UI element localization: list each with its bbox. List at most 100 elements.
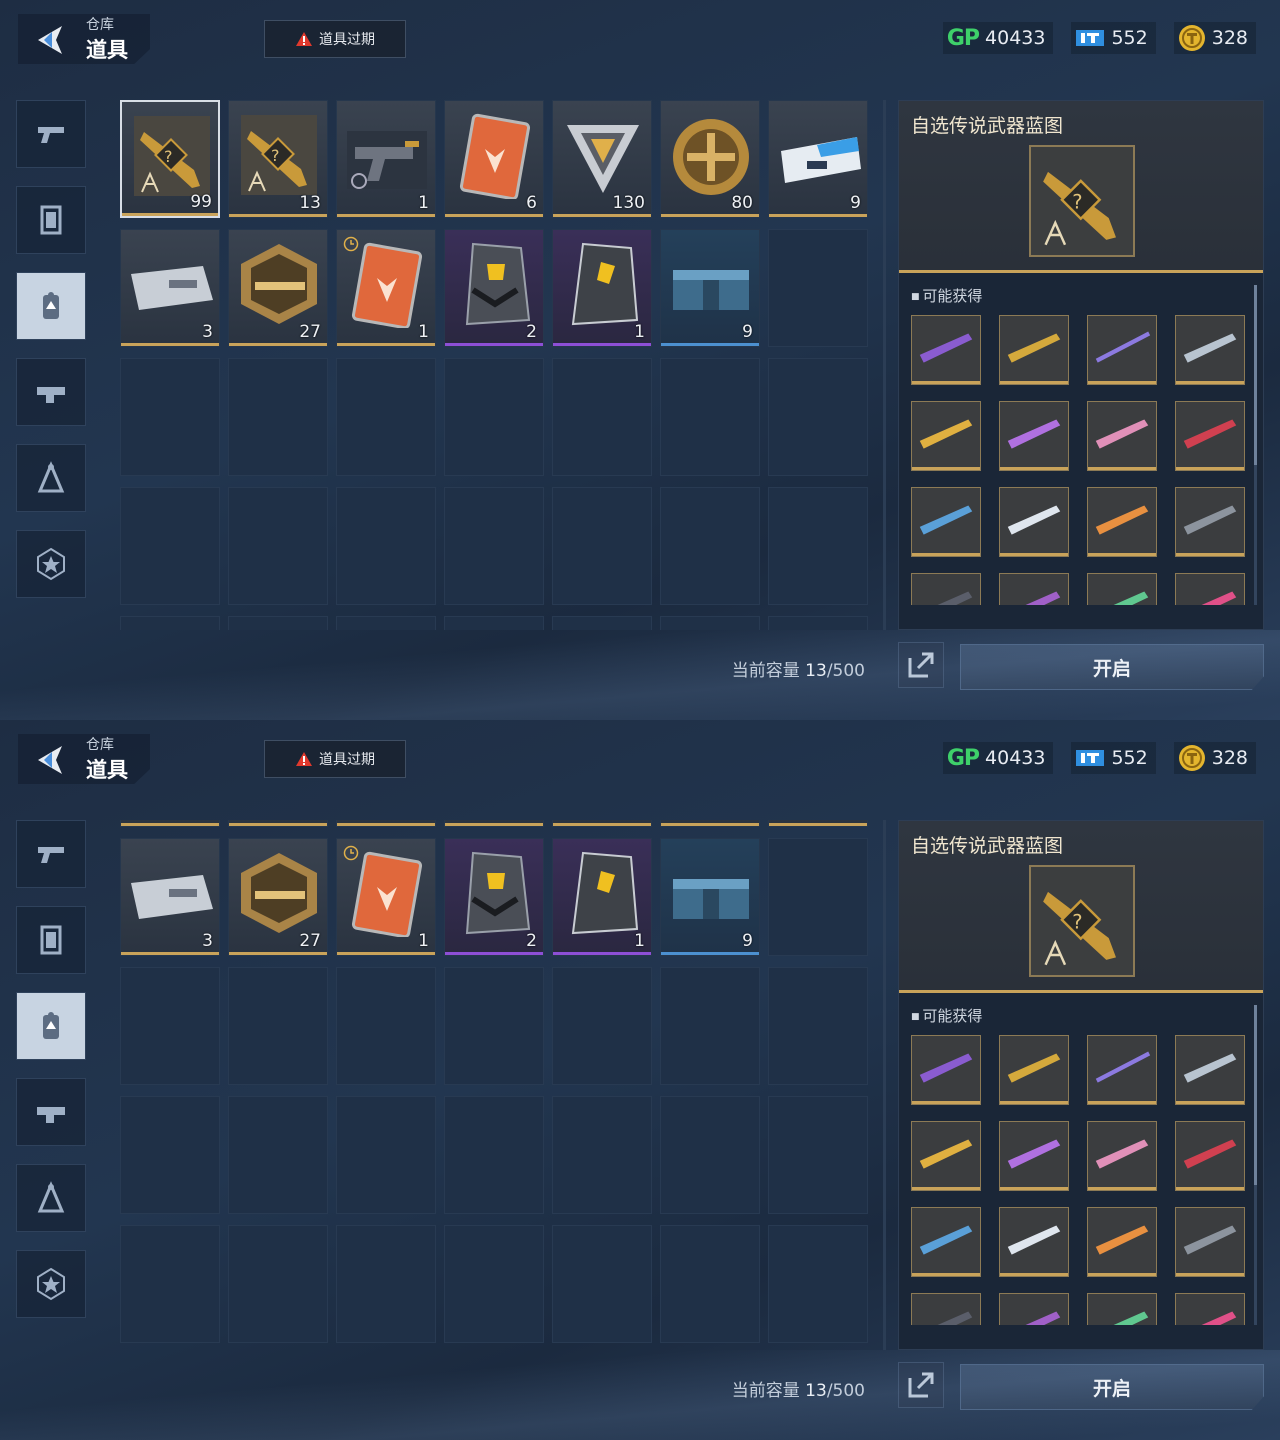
- back-arrow-icon[interactable]: [32, 24, 68, 56]
- reward-purple-rifle[interactable]: [911, 315, 981, 385]
- rarity-bar: [912, 467, 980, 470]
- reward-pink-rifle[interactable]: [1087, 1121, 1157, 1191]
- sidebar-tab-badges[interactable]: [16, 1250, 86, 1318]
- reward-purple-rifle[interactable]: [911, 1035, 981, 1105]
- rarity-bar: [769, 823, 867, 826]
- item-slot-purple-tag-card[interactable]: 1: [552, 838, 652, 956]
- reward-purple-shotgun[interactable]: [999, 401, 1069, 471]
- item-slot-purple-shield-card[interactable]: 2: [444, 229, 544, 347]
- gold-medal-icon: [673, 119, 749, 195]
- sidebar-tab-badges[interactable]: [16, 530, 86, 598]
- blueprint-icon: [37, 1181, 65, 1213]
- open-button[interactable]: 开启: [960, 644, 1264, 690]
- reward-grey-rifle[interactable]: [1175, 487, 1245, 557]
- reward-silver-rifle[interactable]: [1175, 1035, 1245, 1105]
- reward-purple-rifle-2[interactable]: [999, 1293, 1069, 1325]
- reward-white-shotgun[interactable]: [999, 1207, 1069, 1277]
- reward-pink-smg[interactable]: [1175, 1293, 1245, 1325]
- reward-scrollbar[interactable]: [1254, 1005, 1257, 1325]
- pistol-icon: [38, 847, 64, 863]
- item-slot-timed-pistol[interactable]: 1: [336, 100, 436, 218]
- reward-orange-rifle[interactable]: [1087, 1207, 1157, 1277]
- empty-slot: [120, 616, 220, 630]
- capacity-readout: 当前容量 13/500: [732, 1376, 865, 1401]
- reward-red-rifle[interactable]: [1175, 401, 1245, 471]
- item-slot-legendary-blueprint-2[interactable]: ? 13: [228, 100, 328, 218]
- reward-scroll-thumb[interactable]: [1254, 285, 1257, 465]
- capacity-used: 13: [805, 661, 827, 681]
- currency-gp: GP 40433: [942, 22, 1054, 54]
- item-slot-orange-card[interactable]: [444, 820, 544, 827]
- item-slot-timed-orange-card[interactable]: 1: [336, 229, 436, 347]
- rarity-bar: [553, 214, 651, 217]
- item-slot-blue-supply-box[interactable]: 9: [660, 229, 760, 347]
- reward-green-rifle[interactable]: [1087, 573, 1157, 605]
- empty-slot: [768, 358, 868, 476]
- item-slot-legendary-blueprint[interactable]: ? 99: [120, 100, 220, 218]
- rarity-bar: [1176, 1187, 1244, 1190]
- expire-button[interactable]: 道具过期: [264, 740, 406, 778]
- item-slot-rifle-hex-badge[interactable]: 27: [228, 838, 328, 956]
- sidebar-tab-weapons[interactable]: [16, 100, 86, 168]
- sidebar-tab-attachments[interactable]: [16, 1078, 86, 1146]
- open-button[interactable]: 开启: [960, 1364, 1264, 1410]
- item-slot-purple-tag-card[interactable]: 1: [552, 229, 652, 347]
- item-slot-purple-shield-card[interactable]: 2: [444, 838, 544, 956]
- empty-slot: [768, 229, 868, 347]
- reward-orange-rifle[interactable]: [1087, 487, 1157, 557]
- item-slot-legendary-blueprint[interactable]: [120, 820, 220, 827]
- item-slot-blue-ticket[interactable]: 9: [768, 100, 868, 218]
- sidebar-tab-attachments[interactable]: [16, 358, 86, 426]
- reward-red-rifle[interactable]: [1175, 1121, 1245, 1191]
- reward-gold-smg[interactable]: [999, 1035, 1069, 1105]
- sidebar-tab-blueprints[interactable]: [16, 1164, 86, 1232]
- reward-gold-smg[interactable]: [999, 315, 1069, 385]
- item-slot-silver-case[interactable]: 3: [120, 229, 220, 347]
- reward-scroll-thumb[interactable]: [1254, 1005, 1257, 1185]
- reward-purple-sniper[interactable]: [1087, 1035, 1157, 1105]
- item-slot-rifle-hex-badge[interactable]: 27: [228, 229, 328, 347]
- reward-purple-shotgun[interactable]: [999, 1121, 1069, 1191]
- sidebar-tab-items[interactable]: [16, 272, 86, 340]
- back-arrow-icon[interactable]: [32, 744, 68, 776]
- reward-white-shotgun[interactable]: [999, 487, 1069, 557]
- item-slot-timed-orange-card[interactable]: 1: [336, 838, 436, 956]
- reward-purple-sniper[interactable]: [1087, 315, 1157, 385]
- share-button[interactable]: [898, 642, 944, 688]
- item-slot-gold-medal[interactable]: 80: [660, 100, 760, 218]
- page-title: 道具: [86, 758, 128, 782]
- expire-button[interactable]: 道具过期: [264, 20, 406, 58]
- sidebar-tab-cards[interactable]: [16, 186, 86, 254]
- item-slot-gold-medal[interactable]: [660, 820, 760, 827]
- reward-silver-rifle[interactable]: [1175, 315, 1245, 385]
- reward-purple-rifle-2[interactable]: [999, 573, 1069, 605]
- share-button[interactable]: [898, 1362, 944, 1408]
- reward-scrollbar[interactable]: [1254, 285, 1257, 605]
- sidebar-tab-items[interactable]: [16, 992, 86, 1060]
- reward-blue-pistol[interactable]: [911, 487, 981, 557]
- sidebar-tab-cards[interactable]: [16, 906, 86, 974]
- item-slot-silver-case[interactable]: 3: [120, 838, 220, 956]
- reward-gold-rifle[interactable]: [911, 401, 981, 471]
- item-slot-blue-ticket[interactable]: [768, 820, 868, 827]
- rarity-bar: [445, 214, 543, 217]
- item-slot-timed-pistol[interactable]: [336, 820, 436, 827]
- reward-blue-pistol[interactable]: [911, 1207, 981, 1277]
- reward-dark-rifle[interactable]: [911, 573, 981, 605]
- item-slot-triangle-token[interactable]: [552, 820, 652, 827]
- item-slot-triangle-token[interactable]: 130: [552, 100, 652, 218]
- item-slot-blue-supply-box[interactable]: 9: [660, 838, 760, 956]
- grid-scrollbar[interactable]: [883, 100, 886, 630]
- item-slot-legendary-blueprint-2[interactable]: [228, 820, 328, 827]
- rifle-icon: [1113, 1311, 1149, 1325]
- reward-green-rifle[interactable]: [1087, 1293, 1157, 1325]
- reward-grey-rifle[interactable]: [1175, 1207, 1245, 1277]
- sidebar-tab-weapons[interactable]: [16, 820, 86, 888]
- reward-gold-rifle[interactable]: [911, 1121, 981, 1191]
- reward-pink-rifle[interactable]: [1087, 401, 1157, 471]
- sidebar-tab-blueprints[interactable]: [16, 444, 86, 512]
- item-slot-orange-card[interactable]: 6: [444, 100, 544, 218]
- grid-scrollbar[interactable]: [883, 820, 886, 1350]
- reward-pink-smg[interactable]: [1175, 573, 1245, 605]
- reward-dark-rifle[interactable]: [911, 1293, 981, 1325]
